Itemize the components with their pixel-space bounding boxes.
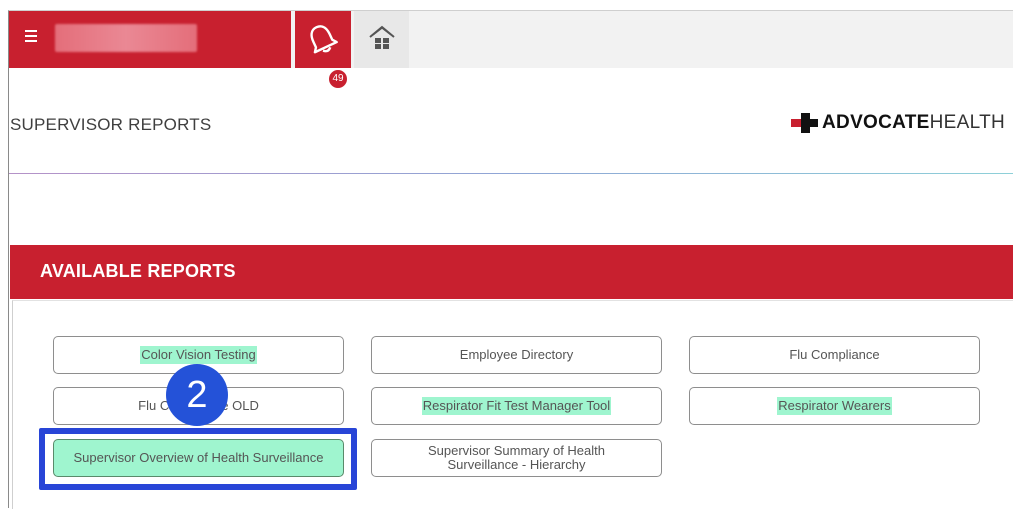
available-reports-header: AVAILABLE REPORTS bbox=[10, 245, 1013, 299]
bell-icon bbox=[310, 25, 338, 54]
report-label: Color Vision Testing bbox=[140, 346, 257, 364]
page-title: SUPERVISOR REPORTS bbox=[10, 115, 212, 134]
logo-cross-icon bbox=[791, 111, 819, 135]
report-label: Respirator Wearers bbox=[777, 397, 892, 415]
report-label: Flu Compliance bbox=[789, 347, 880, 362]
home-button[interactable] bbox=[354, 11, 409, 68]
report-button-employee-directory[interactable]: Employee Directory bbox=[371, 336, 662, 374]
header-divider bbox=[9, 173, 1013, 174]
annotation-step-badge: 2 bbox=[166, 364, 228, 426]
report-button-flu-compliance[interactable]: Flu Compliance bbox=[689, 336, 980, 374]
report-label: Employee Directory bbox=[459, 347, 574, 362]
logo-text-light: HEALTH bbox=[929, 112, 1005, 133]
top-bar-spacer bbox=[412, 11, 1013, 68]
notifications-button[interactable] bbox=[295, 11, 351, 68]
report-label: Supervisor Summary of Health Surveillanc… bbox=[427, 443, 605, 472]
home-icon bbox=[369, 25, 395, 49]
report-button-supervisor-summary-hierarchy[interactable]: Supervisor Summary of Health Surveillanc… bbox=[371, 439, 662, 477]
logo-text-bold: ADVOCATE bbox=[822, 112, 930, 133]
annotation-focus-box bbox=[39, 428, 357, 490]
report-label: Respirator Fit Test Manager Tool bbox=[421, 397, 612, 415]
report-button-respirator-wearers[interactable]: Respirator Wearers bbox=[689, 387, 980, 425]
hamburger-menu-icon[interactable] bbox=[25, 30, 37, 42]
report-button-respirator-fit-test-manager-tool[interactable]: Respirator Fit Test Manager Tool bbox=[371, 387, 662, 425]
redacted-user-name bbox=[55, 24, 197, 52]
top-bar bbox=[9, 11, 1013, 68]
notification-count-badge: 49 bbox=[327, 68, 349, 90]
menu-block bbox=[9, 11, 291, 68]
panel-title: AVAILABLE REPORTS bbox=[40, 261, 236, 281]
brand-logo: ADVOCATE HEALTH bbox=[791, 111, 1005, 135]
